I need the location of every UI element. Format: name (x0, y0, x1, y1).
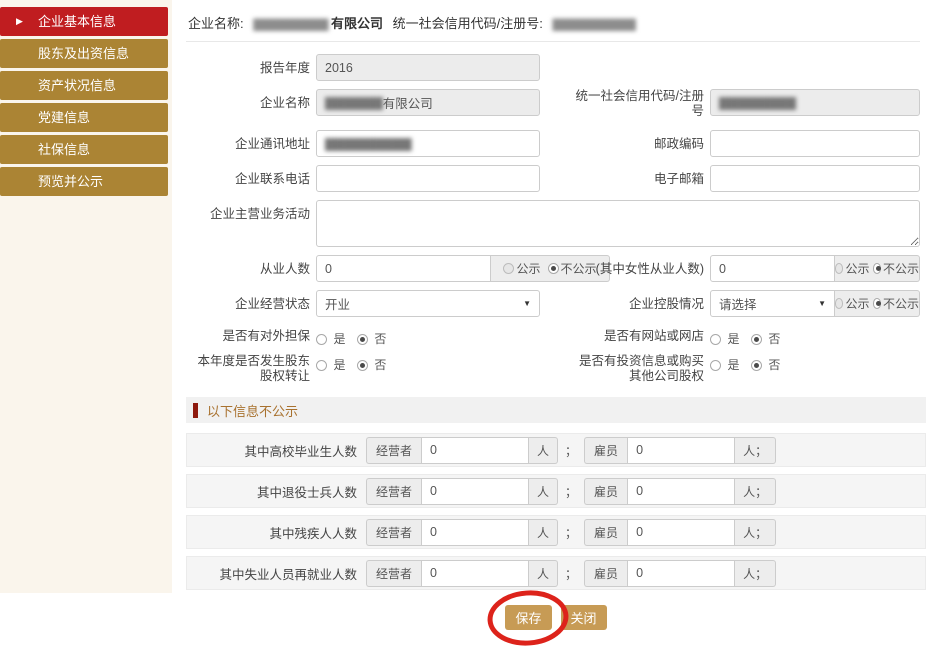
employee-count-group: 雇员 人； (584, 519, 776, 546)
investment-label: 是否有投资信息或购买其他公司股权 (574, 354, 704, 384)
sidebar-item-preview-publish[interactable]: 预览并公示 (0, 167, 168, 196)
postcode-label: 邮政编码 (574, 137, 704, 152)
operator-count-field[interactable] (421, 519, 529, 546)
yes-radio[interactable] (710, 360, 721, 371)
employee-count-label: 从业人数 (186, 262, 310, 277)
holding-status-label: 企业控股情况 (574, 297, 704, 312)
business-activity-label: 企业主营业务活动 (186, 207, 310, 222)
sidebar-item-label: 股东及出资信息 (38, 46, 129, 61)
business-activity-field[interactable] (316, 200, 920, 247)
employee-count-field[interactable] (627, 560, 735, 587)
sidebar-item-label: 资产状况信息 (38, 78, 116, 93)
female-count-field[interactable] (710, 255, 835, 282)
email-label: 电子邮箱 (574, 172, 704, 187)
address-label: 企业通讯地址 (186, 137, 310, 152)
operator-count-group: 经营者 人 (366, 560, 558, 587)
yes-radio[interactable] (316, 360, 327, 371)
operator-count-field[interactable] (421, 560, 529, 587)
sidebar-item-assets[interactable]: 资产状况信息 (0, 71, 168, 100)
save-button[interactable]: 保存 (505, 605, 551, 630)
table-row: 其中残疾人人数 经营者 人 ； 雇员 人； (186, 515, 926, 549)
not-publish-radio[interactable] (548, 263, 559, 274)
company-name-redacted: ▇▇▇▇▇▇▇▇▇ (253, 17, 327, 31)
left-panel: ▶ 企业基本信息 股东及出资信息 资产状况信息 党建信息 社保信息 预览并公示 (0, 0, 172, 593)
employee-count-group: 雇员 人； (584, 478, 776, 505)
company-name-field[interactable]: ▇▇▇▇▇▇ 有限公司 (316, 89, 540, 116)
no-radio[interactable] (751, 334, 762, 345)
close-button[interactable]: 关闭 (561, 605, 607, 630)
company-name-field-label: 企业名称 (186, 96, 310, 111)
no-radio[interactable] (357, 360, 368, 371)
sidebar-item-party-building[interactable]: 党建信息 (0, 103, 168, 132)
dropdown-arrow-icon: ▼ (523, 299, 531, 308)
main-content: 企业名称: ▇▇▇▇▇▇▇▇▇ 有限公司 统一社会信用代码/注册号: ▇▇▇▇▇… (172, 0, 930, 593)
female-count-publish-addon: 公示 不公示 (835, 255, 920, 282)
operator-count-field[interactable] (421, 478, 529, 505)
phone-label: 企业联系电话 (186, 172, 310, 187)
operator-count-group: 经营者 人 (366, 478, 558, 505)
dropdown-arrow-icon: ▼ (818, 299, 826, 308)
company-name-label: 企业名称: (188, 16, 244, 31)
active-caret-icon: ▶ (16, 7, 23, 36)
table-row: 其中退役士兵人数 经营者 人 ； 雇员 人； (186, 474, 926, 508)
employee-count-field[interactable] (627, 478, 735, 505)
table-row: 其中失业人员再就业人数 经营者 人 ； 雇员 人； (186, 556, 926, 590)
report-year-label: 报告年度 (186, 61, 310, 76)
table-row: 其中高校毕业生人数 经营者 人 ； 雇员 人； (186, 433, 926, 467)
sidebar-item-label: 企业基本信息 (38, 14, 116, 29)
not-publish-radio[interactable] (873, 263, 881, 274)
sidebar: ▶ 企业基本信息 股东及出资信息 资产状况信息 党建信息 社保信息 预览并公示 (0, 0, 172, 196)
employee-count-field[interactable] (627, 437, 735, 464)
operator-count-group: 经营者 人 (366, 437, 558, 464)
page-title: 企业名称: ▇▇▇▇▇▇▇▇▇ 有限公司 统一社会信用代码/注册号: ▇▇▇▇▇… (186, 8, 920, 42)
phone-field[interactable] (316, 165, 540, 192)
yes-radio[interactable] (316, 334, 327, 345)
holding-status-publish-addon: 公示 不公示 (835, 290, 920, 317)
report-year-field[interactable] (316, 54, 540, 81)
employee-count-field[interactable] (627, 519, 735, 546)
no-radio[interactable] (751, 360, 762, 371)
female-count-label: (其中女性从业人数) (574, 262, 704, 277)
credit-code-redacted: ▇▇▇▇▇▇▇▇▇▇ (552, 17, 634, 31)
sidebar-item-label: 预览并公示 (38, 174, 103, 189)
equity-transfer-label: 本年度是否发生股东股权转让 (186, 354, 310, 384)
credit-code-label: 统一社会信用代码/注册号: (393, 16, 543, 31)
not-publish-radio[interactable] (873, 298, 881, 309)
annual-report-form: 报告年度 企业名称 ▇▇▇▇▇▇ 有限公司 统一社会信用代码/注册号 ▇▇▇▇▇… (186, 54, 926, 630)
sidebar-item-basic-info[interactable]: ▶ 企业基本信息 (0, 7, 168, 36)
operator-count-group: 经营者 人 (366, 519, 558, 546)
publish-radio[interactable] (503, 263, 514, 274)
employee-count-field[interactable] (316, 255, 491, 282)
form-actions: 保存 关闭 (186, 605, 926, 630)
non-public-section-header: 以下信息不公示 (186, 397, 926, 423)
no-radio[interactable] (357, 334, 368, 345)
operating-status-select[interactable]: 开业 ▼ (316, 290, 540, 317)
guarantee-label: 是否有对外担保 (186, 329, 310, 344)
credit-code-field[interactable]: ▇▇▇▇▇▇▇▇ (710, 89, 920, 116)
operator-count-field[interactable] (421, 437, 529, 464)
publish-radio[interactable] (835, 298, 843, 309)
credit-code-field-label: 统一社会信用代码/注册号 (574, 89, 704, 119)
publish-radio[interactable] (835, 263, 843, 274)
operating-status-label: 企业经营状态 (186, 297, 310, 312)
postcode-field[interactable] (710, 130, 920, 157)
employee-count-group: 雇员 人； (584, 560, 776, 587)
company-name-suffix: 有限公司 (331, 16, 383, 31)
section-accent-bar (193, 403, 198, 418)
email-field[interactable] (710, 165, 920, 192)
holding-status-select[interactable]: 请选择 ▼ (710, 290, 835, 317)
sidebar-item-shareholders[interactable]: 股东及出资信息 (0, 39, 168, 68)
website-label: 是否有网站或网店 (574, 329, 704, 344)
employee-count-group: 雇员 人； (584, 437, 776, 464)
sidebar-item-label: 党建信息 (38, 110, 90, 125)
yes-radio[interactable] (710, 334, 721, 345)
section-title: 以下信息不公示 (207, 401, 298, 420)
address-field[interactable]: ▇▇▇▇▇▇▇▇▇ (316, 130, 540, 157)
sidebar-item-label: 社保信息 (38, 142, 90, 157)
sidebar-item-social-security[interactable]: 社保信息 (0, 135, 168, 164)
